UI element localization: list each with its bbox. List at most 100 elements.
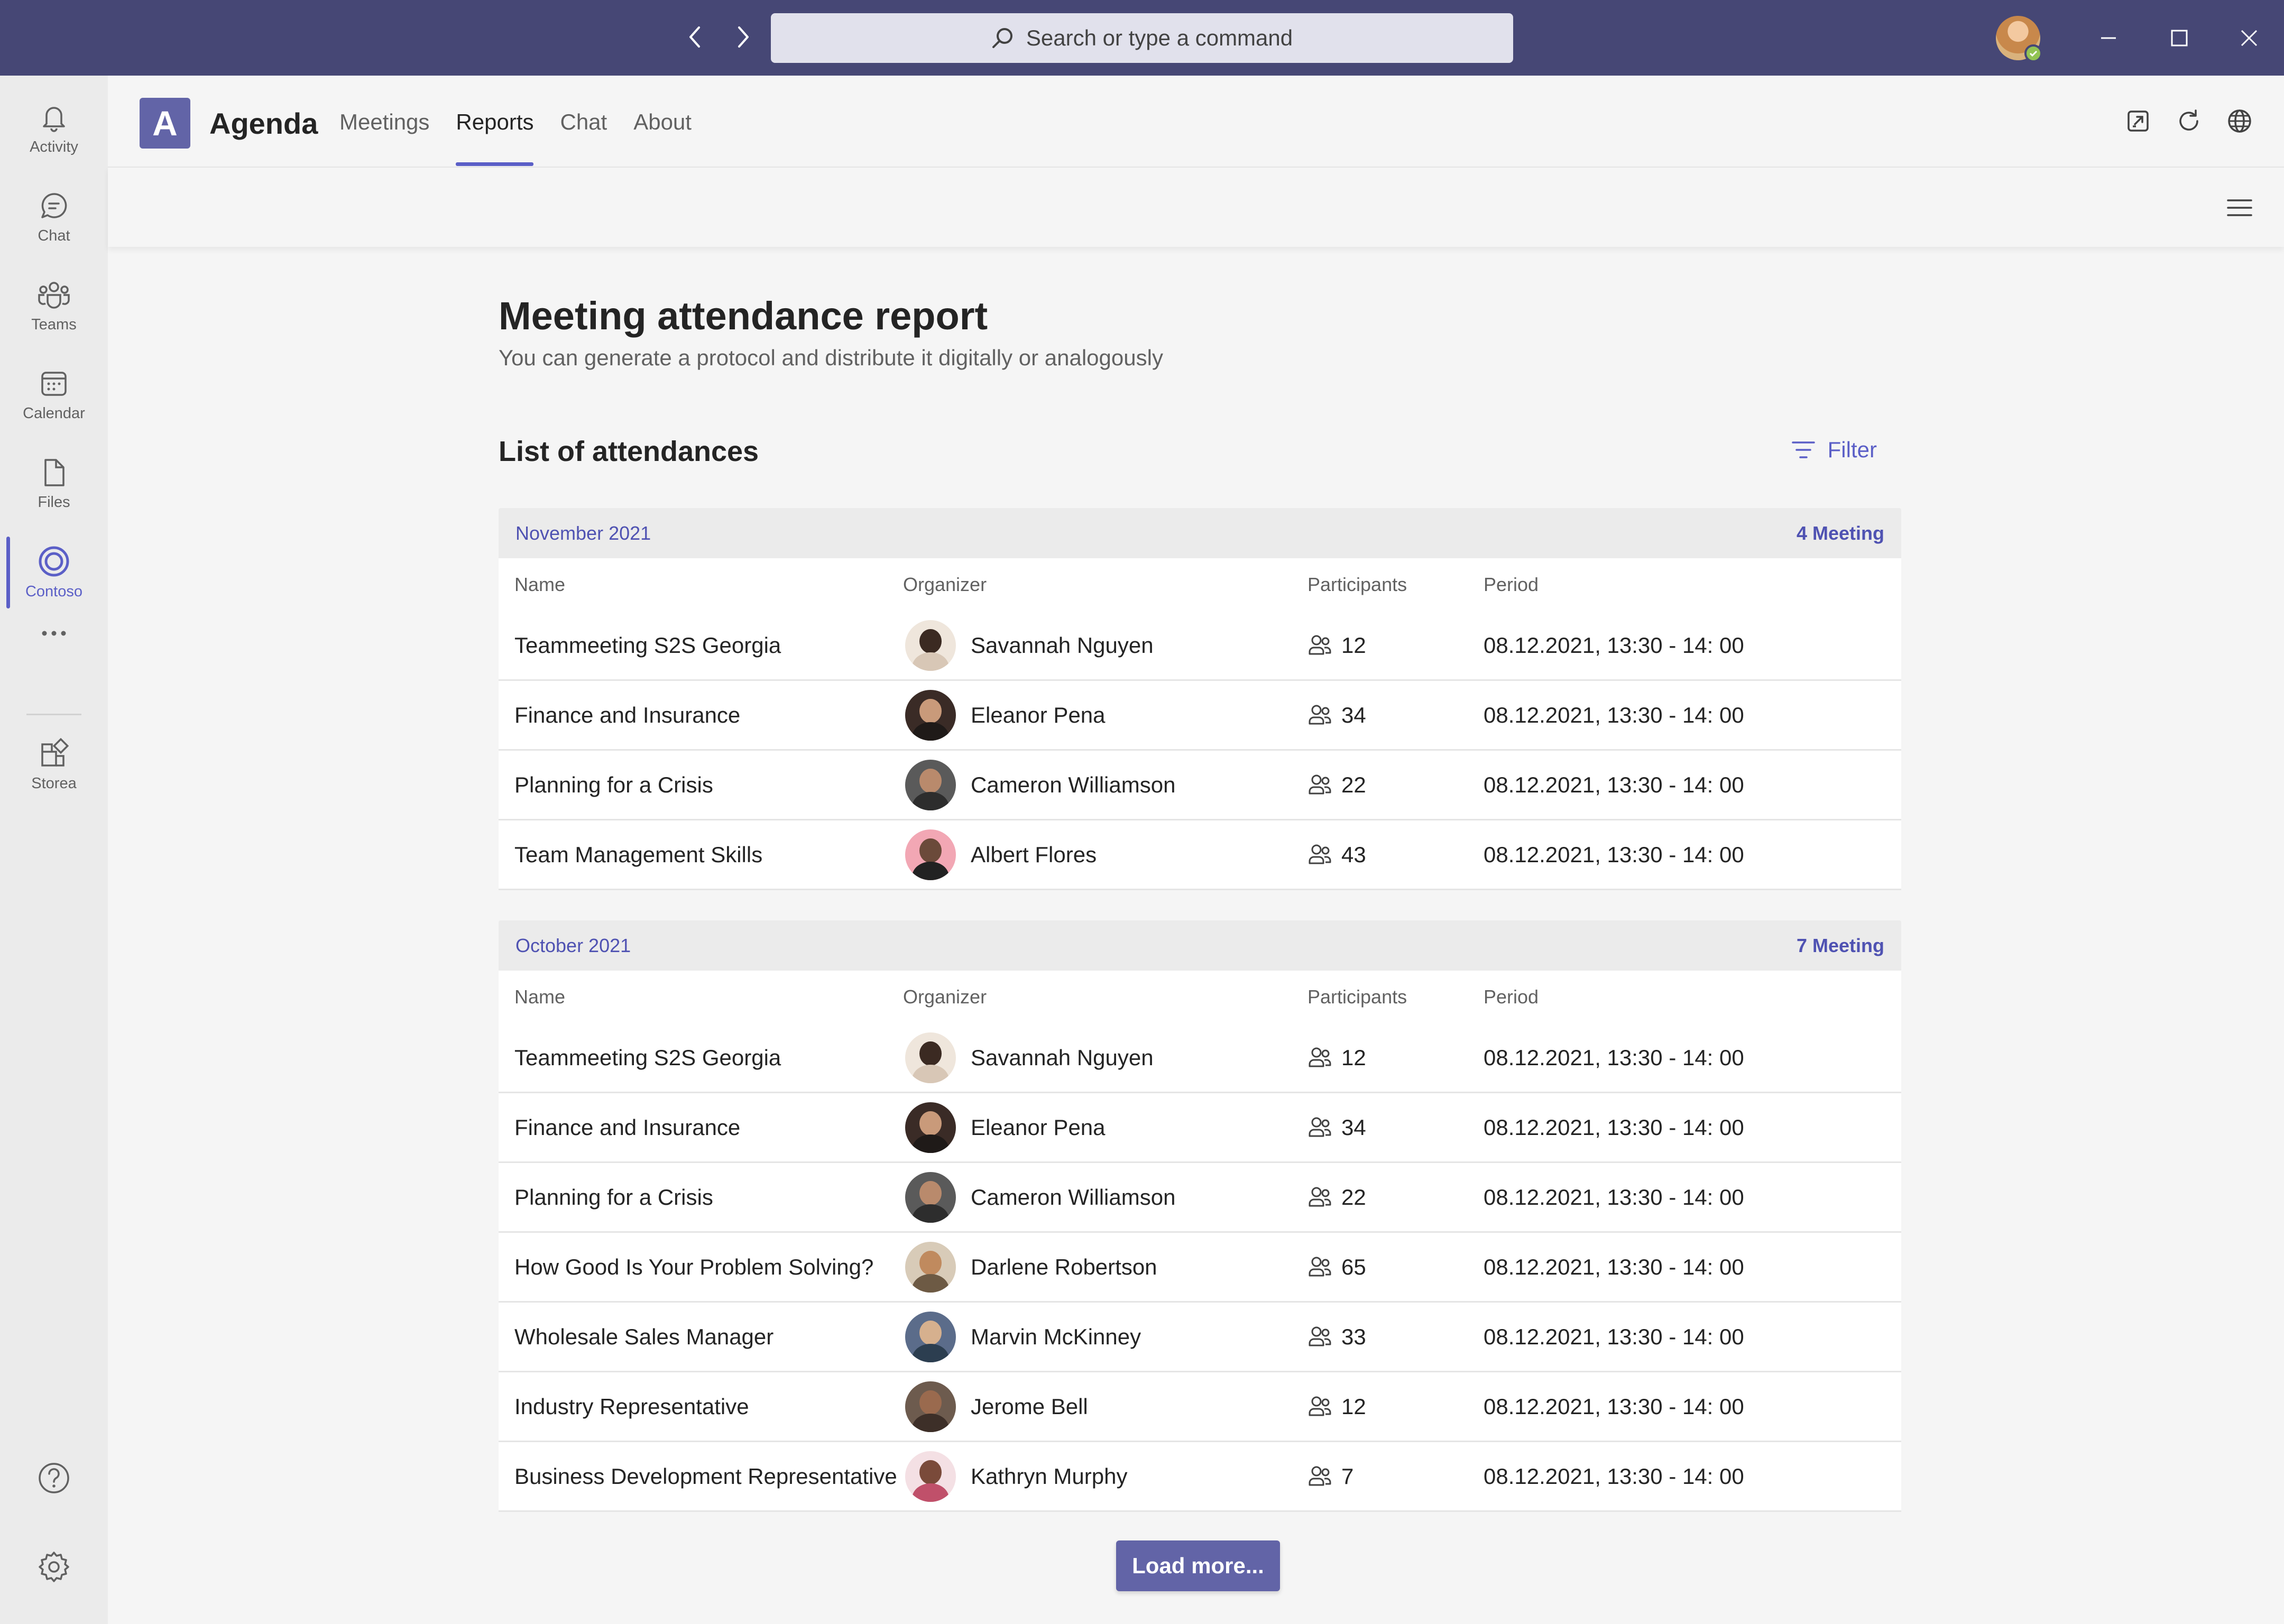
refresh-icon[interactable] <box>2174 106 2204 136</box>
rail-item-calendar[interactable]: Calendar <box>0 353 108 437</box>
organizer-cell: Eleanor Pena <box>903 1102 1307 1153</box>
table-row[interactable]: Planning for a Crisis Cameron Williamson 2… <box>499 751 1901 820</box>
avatar <box>905 1451 956 1502</box>
menu-icon[interactable] <box>2225 193 2254 223</box>
meeting-name: Teammeeting S2S Georgia <box>514 1045 781 1070</box>
column-name: Name <box>514 574 566 595</box>
back-icon[interactable] <box>682 21 708 53</box>
table-row[interactable]: Teammeeting S2S Georgia Savannah Nguyen 12… <box>499 1023 1901 1093</box>
column-period: Period <box>1484 986 1539 1008</box>
group-month: November 2021 <box>515 522 651 544</box>
table-row[interactable]: Finance and Insurance Eleanor Pena 34 08.12… <box>499 1093 1901 1163</box>
filter-button[interactable]: Filter <box>1791 437 1877 463</box>
organizer-name: Cameron Williamson <box>971 772 1176 797</box>
table-row[interactable]: Teammeeting S2S Georgia Savannah Nguyen 12… <box>499 611 1901 681</box>
meeting-period: 08.12.2021, 13:30 - 14: 00 <box>1484 702 1744 727</box>
group-count: 4 Meeting <box>1796 522 1884 544</box>
meeting-period: 08.12.2021, 13:30 - 14: 00 <box>1484 1184 1744 1210</box>
meeting-period: 08.12.2021, 13:30 - 14: 00 <box>1484 632 1744 658</box>
apps-icon <box>41 737 69 767</box>
search-input[interactable]: Search or type a command <box>771 13 1513 63</box>
tab-about[interactable]: About <box>633 76 692 167</box>
meeting-period: 08.12.2021, 13:30 - 14: 00 <box>1484 1463 1744 1489</box>
meeting-name: Team Management Skills <box>514 842 763 867</box>
rail-item-store[interactable]: Storea <box>0 723 108 807</box>
organizer-cell: Cameron Williamson <box>903 759 1307 810</box>
column-organizer: Organizer <box>903 574 987 595</box>
month-group: November 2021 4 Meeting Name Organizer P… <box>499 508 1901 890</box>
participants-count: 22 <box>1341 772 1366 797</box>
globe-icon[interactable] <box>2225 106 2254 136</box>
avatar <box>905 759 956 810</box>
table-row[interactable]: Team Management Skills Albert Flores 43 08.… <box>499 820 1901 890</box>
presence-available-icon <box>2024 44 2042 62</box>
help-button[interactable] <box>0 1449 108 1512</box>
participants-count: 12 <box>1341 1394 1366 1419</box>
popout-icon[interactable] <box>2123 106 2153 136</box>
participants-cell: 12 <box>1307 1394 1484 1419</box>
group-header: October 2021 7 Meeting <box>499 920 1901 971</box>
meeting-period: 08.12.2021, 13:30 - 14: 00 <box>1484 772 1744 797</box>
organizer-name: Cameron Williamson <box>971 1184 1176 1210</box>
meeting-name: Teammeeting S2S Georgia <box>514 632 781 658</box>
people-icon <box>1307 1465 1333 1488</box>
app-actions <box>2123 106 2254 136</box>
table-row[interactable]: How Good Is Your Problem Solving? Darlene… <box>499 1233 1901 1303</box>
organizer-name: Jerome Bell <box>971 1394 1088 1419</box>
month-group: October 2021 7 Meeting Name Organizer Pa… <box>499 920 1901 1512</box>
list-title: List of attendances <box>499 436 759 467</box>
tab-chat[interactable]: Chat <box>560 76 607 167</box>
column-header-row: Name Organizer Participants Period <box>499 971 1901 1023</box>
rail-item-label: Files <box>38 493 70 511</box>
minimize-icon[interactable] <box>2086 16 2131 60</box>
participants-count: 65 <box>1341 1254 1366 1279</box>
forward-icon[interactable] <box>730 21 756 53</box>
table-row[interactable]: Business Development Representative Kathr… <box>499 1442 1901 1512</box>
people-icon <box>1307 1395 1333 1418</box>
tab-meetings[interactable]: Meetings <box>339 76 429 167</box>
table-row[interactable]: Wholesale Sales Manager Marvin McKinney 33… <box>499 1303 1901 1372</box>
column-header-row: Name Organizer Participants Period <box>499 558 1901 611</box>
organizer-cell: Kathryn Murphy <box>903 1451 1307 1502</box>
column-participants: Participants <box>1307 986 1407 1008</box>
people-icon <box>1307 704 1333 727</box>
rail-item-contoso[interactable]: Contoso <box>0 530 108 615</box>
tab-reports[interactable]: Reports <box>456 76 534 167</box>
filter-label: Filter <box>1827 437 1877 462</box>
people-icon <box>1307 1116 1333 1139</box>
rail-item-label: Chat <box>38 227 70 244</box>
rail-item-label: Teams <box>31 316 77 333</box>
avatar <box>905 1241 956 1293</box>
participants-count: 43 <box>1341 842 1366 867</box>
organizer-name: Albert Flores <box>971 842 1097 867</box>
rail-item-files[interactable]: Files <box>0 441 108 526</box>
meeting-period: 08.12.2021, 13:30 - 14: 00 <box>1484 1394 1744 1419</box>
maximize-icon[interactable] <box>2157 16 2202 60</box>
participants-count: 33 <box>1341 1324 1366 1349</box>
group-header: November 2021 4 Meeting <box>499 508 1901 558</box>
avatar <box>905 1311 956 1362</box>
table-row[interactable]: Planning for a Crisis Cameron Williamson 2… <box>499 1163 1901 1233</box>
more-apps-button[interactable] <box>0 610 108 662</box>
profile-avatar[interactable] <box>1996 16 2042 62</box>
meeting-name: Planning for a Crisis <box>514 772 713 797</box>
close-icon[interactable] <box>2227 16 2271 60</box>
file-icon <box>44 458 65 486</box>
settings-button[interactable] <box>0 1538 108 1601</box>
rail-item-teams[interactable]: Teams <box>0 264 108 348</box>
sub-toolbar <box>108 167 2284 247</box>
meeting-name: Wholesale Sales Manager <box>514 1324 774 1349</box>
avatar <box>905 829 956 880</box>
meeting-period: 08.12.2021, 13:30 - 14: 00 <box>1484 842 1744 867</box>
participants-cell: 43 <box>1307 842 1484 868</box>
load-more-button[interactable]: Load more... <box>1116 1540 1280 1591</box>
rail-item-chat[interactable]: Chat <box>0 175 108 260</box>
calendar-icon <box>41 371 67 396</box>
filter-icon <box>1791 441 1815 458</box>
organizer-cell: Darlene Robertson <box>903 1241 1307 1293</box>
rail-item-activity[interactable]: Activity <box>0 86 108 171</box>
participants-cell: 12 <box>1307 633 1484 658</box>
table-row[interactable]: Industry Representative Jerome Bell 12 08.1… <box>499 1372 1901 1442</box>
table-row[interactable]: Finance and Insurance Eleanor Pena 34 08.12… <box>499 681 1901 751</box>
participants-count: 22 <box>1341 1184 1366 1210</box>
